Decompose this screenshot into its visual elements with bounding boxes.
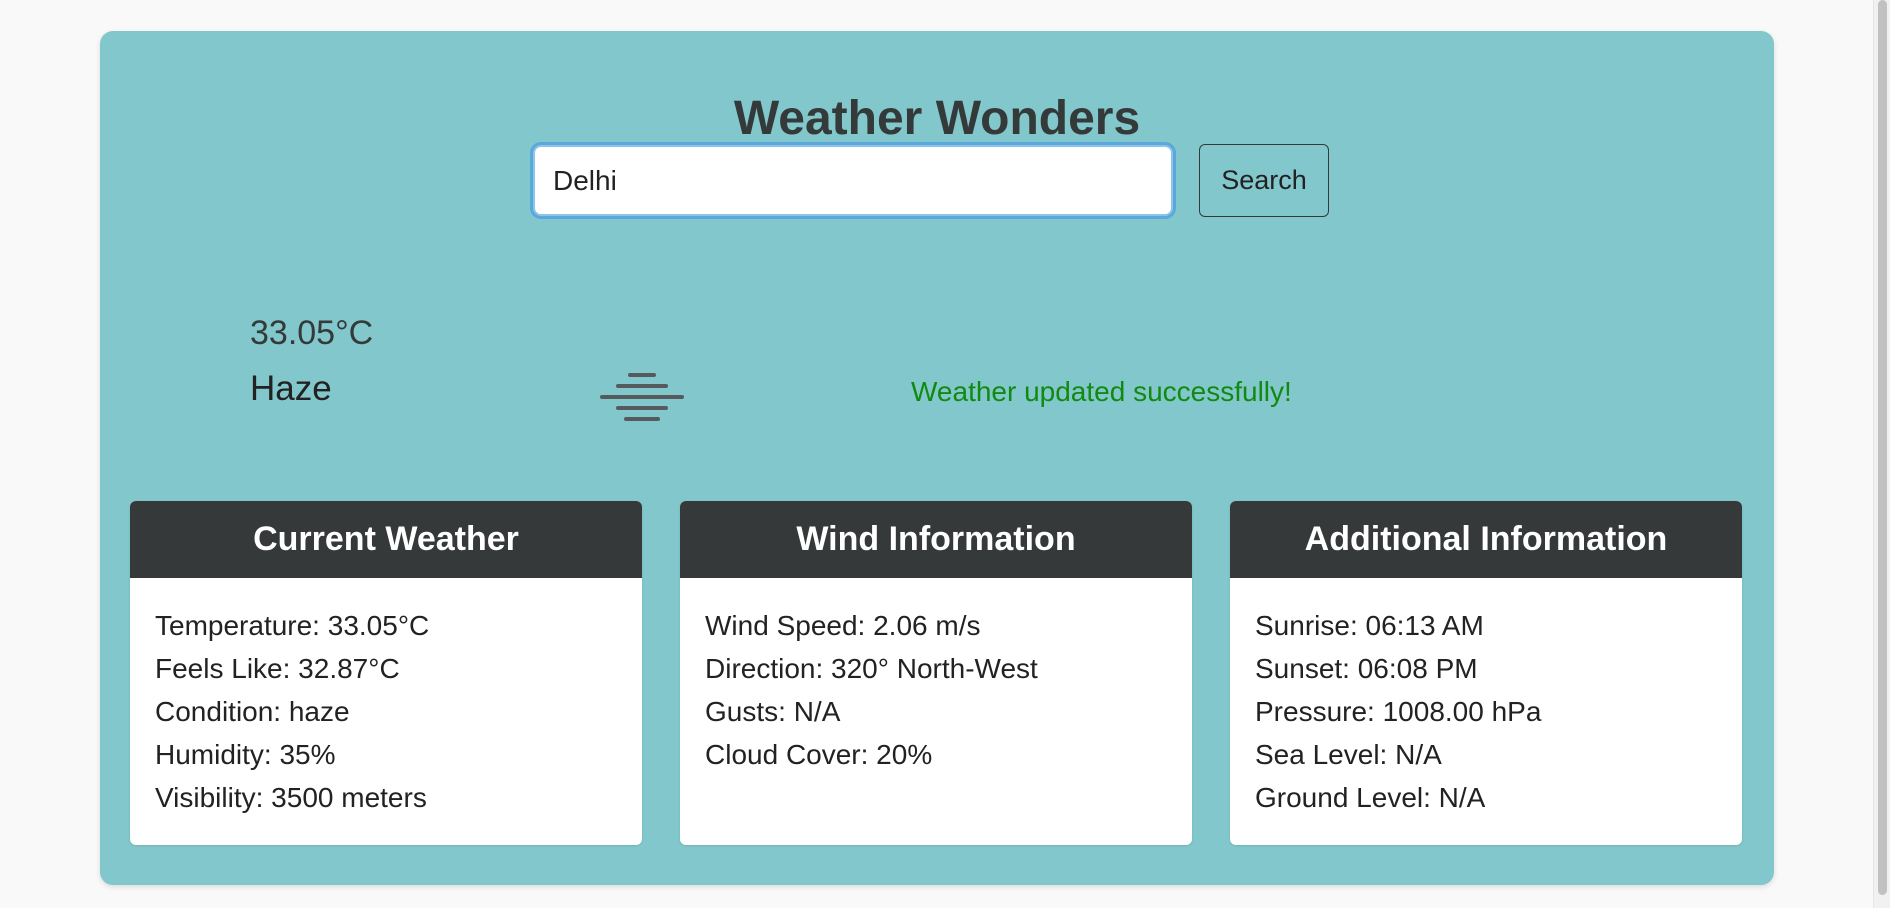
gusts-line: Gusts: N/A xyxy=(705,696,841,727)
temperature-line: Temperature: 33.05°C xyxy=(155,610,430,641)
additional-information-card: Additional Information Sunrise: 06:13 AM… xyxy=(1230,501,1742,845)
page-title: Weather Wonders xyxy=(733,92,1141,145)
condition-line: Condition: haze xyxy=(155,696,350,727)
current-weather-card: Current Weather Temperature: 33.05°C Fee… xyxy=(130,501,642,845)
cloud-cover-line: Cloud Cover: 20% xyxy=(705,739,933,770)
weather-app-panel: Weather Wonders Search 33.05°C Haze Weat… xyxy=(100,31,1774,885)
humidity-line: Humidity: 35% xyxy=(155,739,336,770)
sea-level-line: Sea Level: N/A xyxy=(1255,739,1442,770)
temperature-value: 33.05°C xyxy=(250,314,374,352)
scrollbar-thumb[interactable] xyxy=(1878,0,1887,895)
sunset-line: Sunset: 06:08 PM xyxy=(1255,653,1478,684)
card-body: Wind Speed: 2.06 m/s Direction: 320° Nor… xyxy=(680,578,1192,802)
wind-speed-line: Wind Speed: 2.06 m/s xyxy=(705,610,981,641)
sunrise-line: Sunrise: 06:13 AM xyxy=(1255,610,1484,641)
wind-information-card: Wind Information Wind Speed: 2.06 m/s Di… xyxy=(680,501,1192,845)
visibility-line: Visibility: 3500 meters xyxy=(155,782,427,813)
card-body: Temperature: 33.05°C Feels Like: 32.87°C… xyxy=(130,578,642,845)
card-title: Additional Information xyxy=(1230,501,1742,578)
feels-like-line: Feels Like: 32.87°C xyxy=(155,653,400,684)
page-scrollbar[interactable] xyxy=(1873,0,1890,908)
search-input[interactable] xyxy=(530,142,1176,219)
haze-icon xyxy=(600,373,684,421)
search-bar: Search xyxy=(530,142,1329,219)
card-title: Wind Information xyxy=(680,501,1192,578)
wind-direction-line: Direction: 320° North-West xyxy=(705,653,1038,684)
card-title: Current Weather xyxy=(130,501,642,578)
search-button[interactable]: Search xyxy=(1199,144,1329,217)
ground-level-line: Ground Level: N/A xyxy=(1255,782,1486,813)
pressure-line: Pressure: 1008.00 hPa xyxy=(1255,696,1542,727)
condition-label: Haze xyxy=(250,369,332,408)
card-body: Sunrise: 06:13 AM Sunset: 06:08 PM Press… xyxy=(1230,578,1742,845)
status-message: Weather updated successfully! xyxy=(911,376,1292,407)
